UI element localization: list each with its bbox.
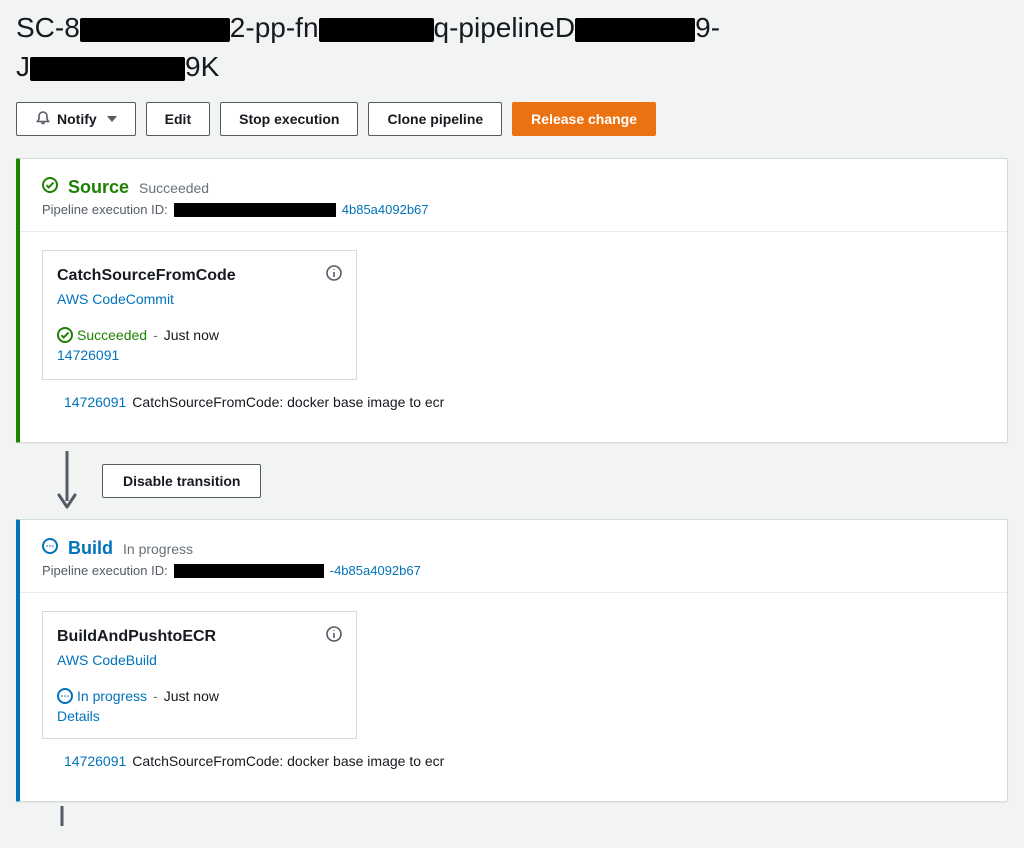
stage-build: Build In progress Pipeline execution ID:… <box>16 519 1008 802</box>
stage-header: Build In progress Pipeline execution ID:… <box>20 520 1007 593</box>
redacted-exec-id <box>174 564 324 578</box>
exec-id-label: Pipeline execution ID: <box>42 202 168 217</box>
stage-status: In progress <box>123 541 193 557</box>
footer-commit-message: CatchSourceFromCode: docker base image t… <box>132 394 444 410</box>
stage-title: Build <box>68 538 113 559</box>
provider-link[interactable]: AWS CodeBuild <box>57 652 157 668</box>
exec-id-label: Pipeline execution ID: <box>42 563 168 578</box>
provider-link[interactable]: AWS CodeCommit <box>57 291 174 307</box>
success-icon <box>42 177 58 198</box>
footer-commit-message: CatchSourceFromCode: docker base image t… <box>132 753 444 769</box>
release-change-button[interactable]: Release change <box>512 102 656 136</box>
action-card-source: CatchSourceFromCode AWS CodeCommit Succe… <box>42 250 357 380</box>
stage-footer: 14726091 CatchSourceFromCode: docker base… <box>42 394 985 426</box>
clone-pipeline-button[interactable]: Clone pipeline <box>368 102 502 136</box>
notify-label: Notify <box>57 111 97 127</box>
redacted-exec-id <box>174 203 336 217</box>
connector-tail <box>60 806 1008 831</box>
stage-footer: 14726091 CatchSourceFromCode: docker base… <box>42 753 985 785</box>
disable-transition-button[interactable]: Disable transition <box>102 464 261 498</box>
in-progress-icon <box>42 538 58 559</box>
info-icon[interactable] <box>326 265 342 286</box>
arrow-down-icon <box>52 451 82 511</box>
details-link[interactable]: Details <box>57 708 342 724</box>
pipeline-title: SC-82-pp-fnq-pipelineD9- J9K <box>16 8 1008 86</box>
info-icon[interactable] <box>326 626 342 647</box>
footer-revision-link[interactable]: 14726091 <box>64 394 126 410</box>
action-card-build: BuildAndPushtoECR AWS CodeBuild In progr… <box>42 611 357 739</box>
footer-revision-link[interactable]: 14726091 <box>64 753 126 769</box>
revision-link[interactable]: 14726091 <box>57 347 119 363</box>
exec-id-link[interactable]: -4b85a4092b67 <box>330 563 421 578</box>
action-time: Just now <box>164 327 219 343</box>
bell-icon <box>35 110 51 129</box>
action-status: Succeeded <box>57 327 147 343</box>
action-name: CatchSourceFromCode <box>57 267 342 285</box>
toolbar: Notify Edit Stop execution Clone pipelin… <box>16 102 1008 136</box>
exec-id-link[interactable]: 4b85a4092b67 <box>342 202 429 217</box>
action-time: Just now <box>164 688 219 704</box>
edit-button[interactable]: Edit <box>146 102 210 136</box>
stage-source: Source Succeeded Pipeline execution ID: … <box>16 158 1008 443</box>
stage-transition: Disable transition <box>52 449 1008 513</box>
stop-execution-button[interactable]: Stop execution <box>220 102 358 136</box>
notify-button[interactable]: Notify <box>16 102 136 136</box>
chevron-down-icon <box>107 116 117 122</box>
stage-title: Source <box>68 177 129 198</box>
action-status: In progress <box>57 688 147 704</box>
stage-header: Source Succeeded Pipeline execution ID: … <box>20 159 1007 232</box>
action-name: BuildAndPushtoECR <box>57 628 342 646</box>
stage-status: Succeeded <box>139 180 209 196</box>
